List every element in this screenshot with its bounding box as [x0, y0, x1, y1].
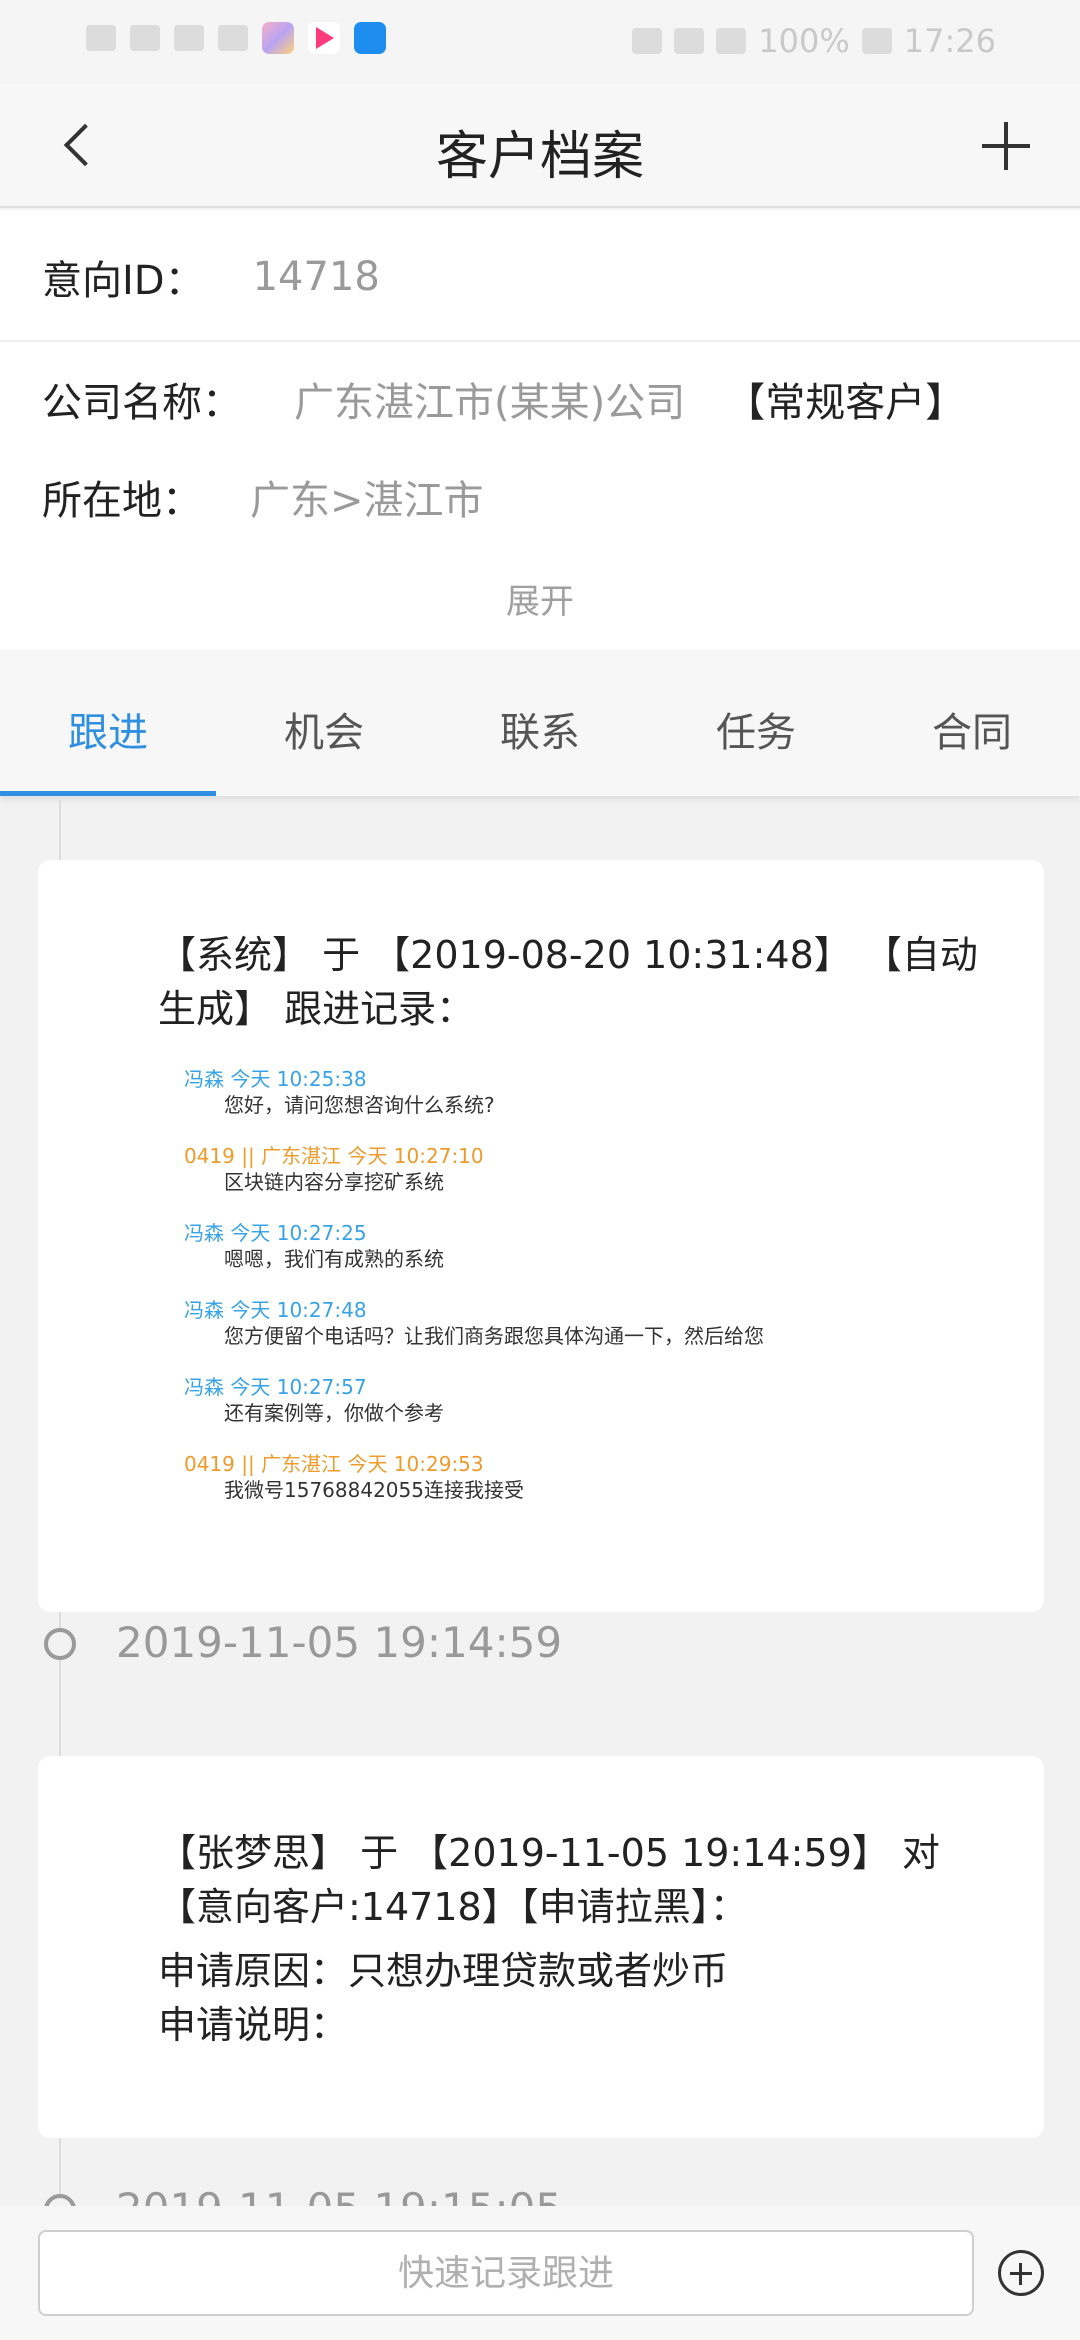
status-bar-left — [86, 22, 386, 54]
gallery-app-icon — [262, 22, 294, 54]
app-header: 客户档案 — [0, 84, 1080, 208]
record-header-text: 【张梦思】 于 【2019-11-05 19:14:59】 对【意向客户:147… — [158, 1831, 940, 1929]
timeline-card: 【张梦思】 于 【2019-11-05 19:14:59】 对【意向客户:147… — [38, 1756, 1044, 2138]
chat-log-image: 冯森 今天 10:25:38 您好，请问您想咨询什么系统? 0419 || 广东… — [184, 1066, 804, 1528]
location-value: 广东>湛江市 — [250, 478, 484, 524]
wifi-icon — [174, 25, 204, 51]
company-value: 广东湛江市(某某)公司 — [294, 380, 686, 426]
status-bar-right: 100% 17:26 — [632, 22, 996, 60]
intent-id-label: 意向ID： — [42, 258, 205, 304]
chat-message: 冯森 今天 10:25:38 您好，请问您想咨询什么系统? — [184, 1066, 804, 1118]
chat-message-header: 冯森 今天 10:27:48 — [184, 1298, 367, 1322]
chat-message: 冯森 今天 10:27:48 您方便留个电话吗？让我们商务跟您具体沟通一下，然后… — [184, 1297, 804, 1349]
chat-message-body: 您方便留个电话吗？让我们商务跟您具体沟通一下，然后给您 — [224, 1324, 764, 1348]
chat-message-body: 区块链内容分享挖矿系统 — [224, 1170, 444, 1194]
page-title: 客户档案 — [435, 127, 644, 187]
timeline-node-icon — [44, 2194, 76, 2206]
tab-follow-up[interactable]: 跟进 — [0, 650, 216, 796]
timeline-card: 【系统】 于 【2019-08-20 10:31:48】 【自动生成】 跟进记录… — [38, 860, 1044, 1612]
follow-up-timeline[interactable]: 【系统】 于 【2019-08-20 10:31:48】 【自动生成】 跟进记录… — [0, 800, 1080, 2206]
chat-message: 冯森 今天 10:27:25 嗯嗯，我们有成熟的系统 — [184, 1220, 804, 1272]
signal-icon — [130, 25, 160, 51]
add-plus-icon[interactable] — [974, 114, 1038, 178]
quick-record-input[interactable] — [38, 2230, 974, 2316]
status-bar: 100% 17:26 — [0, 0, 1080, 84]
description-line: 申请说明： — [158, 2003, 349, 2047]
chat-message-body: 还有案例等，你做个参考 — [224, 1401, 444, 1425]
divider — [0, 340, 1080, 342]
chat-message-body: 您好，请问您想咨询什么系统? — [224, 1093, 495, 1117]
chat-message-body: 我微号15768842055连接我接受 — [224, 1478, 524, 1502]
bottom-input-bar — [0, 2206, 1080, 2340]
battery-percent: 100% — [758, 22, 850, 60]
vibrate-icon — [716, 28, 747, 54]
bluetooth-icon — [674, 28, 705, 54]
tab-task[interactable]: 任务 — [648, 650, 864, 796]
record-reason: 申请原因：只想办理贷款或者炒币 申请说明： — [158, 1944, 994, 2052]
customer-info-panel: 意向ID： 14718 公司名称： 广东湛江市(某某)公司 【常规客户】 所在地… — [0, 210, 1080, 650]
timeline-node-icon — [44, 1628, 76, 1660]
record-header-text: 【系统】 于 【2019-08-20 10:31:48】 【自动生成】 跟进记录… — [158, 933, 978, 1031]
chat-message-header: 0419 || 广东湛江 今天 10:27:10 — [184, 1144, 484, 1168]
chat-message: 0419 || 广东湛江 今天 10:29:53 我微号15768842055连… — [184, 1451, 804, 1503]
hotspot-app-icon — [354, 22, 386, 54]
clock: 17:26 — [903, 22, 996, 60]
tab-opportunity[interactable]: 机会 — [216, 650, 432, 796]
eye-icon — [632, 28, 663, 54]
chat-message-body: 嗯嗯，我们有成熟的系统 — [224, 1247, 444, 1271]
customer-type-tag: 【常规客户】 — [725, 380, 966, 426]
intent-id-value: 14718 — [252, 254, 380, 300]
reason-line: 申请原因：只想办理贷款或者炒币 — [158, 1949, 729, 1993]
chat-message-header: 冯森 今天 10:25:38 — [184, 1067, 367, 1091]
location-label: 所在地： — [42, 478, 202, 524]
chat-message-header: 冯森 今天 10:27:57 — [184, 1375, 367, 1399]
tab-contact[interactable]: 联系 — [432, 650, 648, 796]
notification-icon — [86, 25, 116, 51]
chat-message-header: 0419 || 广东湛江 今天 10:29:53 — [184, 1452, 484, 1476]
chat-message-header: 冯森 今天 10:27:25 — [184, 1221, 367, 1245]
timeline-timestamp: 2019-11-05 19:14:59 — [116, 1618, 563, 1667]
tab-bar: 跟进 机会 联系 任务 合同 — [0, 650, 1080, 796]
add-circle-icon[interactable] — [998, 2250, 1044, 2296]
location-row: 所在地： 广东>湛江市 — [42, 468, 484, 526]
company-label: 公司名称： — [42, 380, 242, 426]
chat-message: 冯森 今天 10:27:57 还有案例等，你做个参考 — [184, 1374, 804, 1426]
company-row: 公司名称： 广东湛江市(某某)公司 【常规客户】 — [42, 370, 965, 428]
timeline-timestamp: 2019-11-05 19:15:05 — [116, 2184, 562, 2206]
video-app-icon — [308, 22, 340, 54]
battery-icon — [861, 28, 892, 54]
intent-id-row: 意向ID： 14718 — [42, 248, 380, 306]
tab-contract[interactable]: 合同 — [864, 650, 1080, 796]
chat-message: 0419 || 广东湛江 今天 10:27:10 区块链内容分享挖矿系统 — [184, 1143, 804, 1195]
headset-icon — [218, 25, 248, 51]
expand-button[interactable]: 展开 — [0, 574, 1080, 623]
